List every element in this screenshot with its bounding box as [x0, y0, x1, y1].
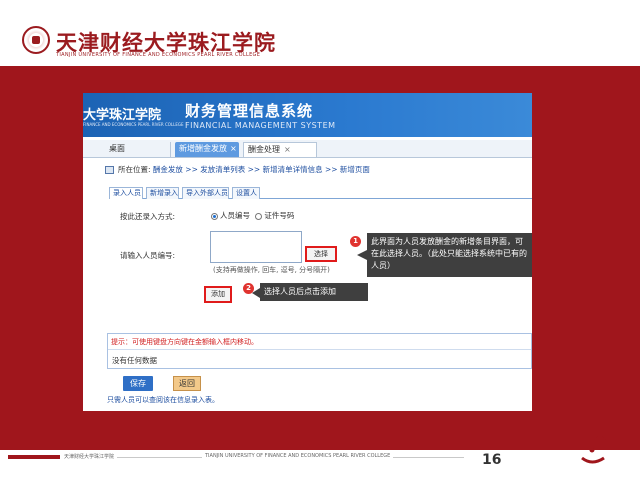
tab-desktop[interactable]: 桌面: [105, 142, 171, 157]
inner-tab-entry[interactable]: 录入人员: [109, 187, 143, 199]
app-screenshot: 大学珠江学院 FINANCE AND ECONOMICS PEARL RIVER…: [83, 93, 532, 411]
radio-id-number-label: 证件号码: [264, 211, 295, 220]
add-button[interactable]: 添加: [204, 286, 232, 303]
tab-payment-processing[interactable]: 酬金处理 ×: [243, 142, 317, 157]
footer-accent-bar: [8, 455, 60, 459]
callout-1: 此界面为人员发放酬金的新增条目界面，可在此选择人员。（此处只能选择系统中已有的人…: [367, 233, 532, 277]
inner-tab-import[interactable]: 导入外部人员: [182, 187, 229, 199]
input-hint: (支持再做操作, 回车, 逗号, 分号隔开): [213, 266, 330, 274]
app-logo: 大学珠江学院: [83, 108, 162, 123]
app-title: 财务管理信息系统: [185, 102, 314, 120]
callout-2: 选择人员后点击添加: [260, 283, 368, 301]
app-subtitle: FINANCIAL MANAGEMENT SYSTEM: [185, 121, 336, 130]
entry-method-radios: 人员编号 证件号码: [211, 210, 294, 221]
empty-state: 没有任何数据: [112, 356, 157, 365]
callout-number-1: 1: [350, 236, 361, 247]
staff-id-label: 请输入人员编号:: [120, 251, 176, 260]
back-button[interactable]: 返回: [173, 376, 201, 391]
footer-school-name: 天津财经大学珠江学院: [64, 453, 118, 460]
tab-label: 酬金处理: [248, 145, 280, 154]
bottom-note[interactable]: 只需人员可以查阅该在信息录入表。: [107, 395, 219, 405]
app-banner: 大学珠江学院 FINANCE AND ECONOMICS PEARL RIVER…: [83, 93, 532, 137]
page-number: 16: [482, 452, 502, 468]
breadcrumb-label: 所在位置:: [118, 165, 151, 174]
breadcrumb: 所在位置: 酬金发放 >> 发放清单列表 >> 新增清单详情信息 >> 新增页面: [105, 164, 532, 178]
inner-tab-setter[interactable]: 设置人: [232, 187, 260, 199]
staff-id-input[interactable]: [210, 231, 302, 263]
school-english-name: TIANJIN UNIVERSITY OF FINANCE AND ECONOM…: [56, 52, 261, 58]
app-logo-sub: FINANCE AND ECONOMICS PEARL RIVER COLLEG…: [83, 122, 184, 127]
school-seal-icon: [22, 26, 50, 54]
close-icon[interactable]: ×: [230, 144, 237, 153]
callout-pointer-1: [357, 250, 367, 260]
tab-label: 新增酬金发放: [179, 144, 227, 153]
close-icon[interactable]: ×: [284, 145, 291, 154]
callout-pointer-2: [252, 288, 260, 298]
location-icon: [105, 166, 114, 174]
breadcrumb-trail[interactable]: 酬金发放 >> 发放清单列表 >> 新增清单详情信息 >> 新增页面: [153, 165, 370, 174]
decorative-dots-icon: [581, 435, 613, 464]
entry-method-label: 按此还录入方式:: [120, 212, 176, 221]
radio-staff-id[interactable]: [211, 212, 218, 220]
notice-text: 提示：可使用键盘方向键在金额输入框内移动。: [111, 338, 258, 346]
select-button[interactable]: 选择: [305, 246, 337, 262]
panel-divider: [108, 349, 531, 350]
data-panel: 提示：可使用键盘方向键在金额输入框内移动。 没有任何数据: [107, 333, 532, 369]
radio-id-number[interactable]: [255, 212, 263, 220]
inner-tab-new[interactable]: 新增录入: [146, 187, 179, 199]
inner-tab-bar: 录入人员 新增录入 导入外部人员 设置人: [109, 186, 532, 199]
footer-english-name: TIANJIN UNIVERSITY OF FINANCE AND ECONOM…: [202, 453, 394, 459]
radio-staff-id-label: 人员编号: [220, 211, 250, 220]
tab-bar: 桌面 新增酬金发放 × 酬金处理 ×: [83, 140, 532, 158]
tab-label: 桌面: [109, 144, 125, 153]
save-button[interactable]: 保存: [123, 376, 153, 391]
slide-header: 天津财经大学珠江学院 TIANJIN UNIVERSITY OF FINANCE…: [0, 0, 640, 64]
tab-new-payment[interactable]: 新增酬金发放 ×: [175, 142, 239, 157]
